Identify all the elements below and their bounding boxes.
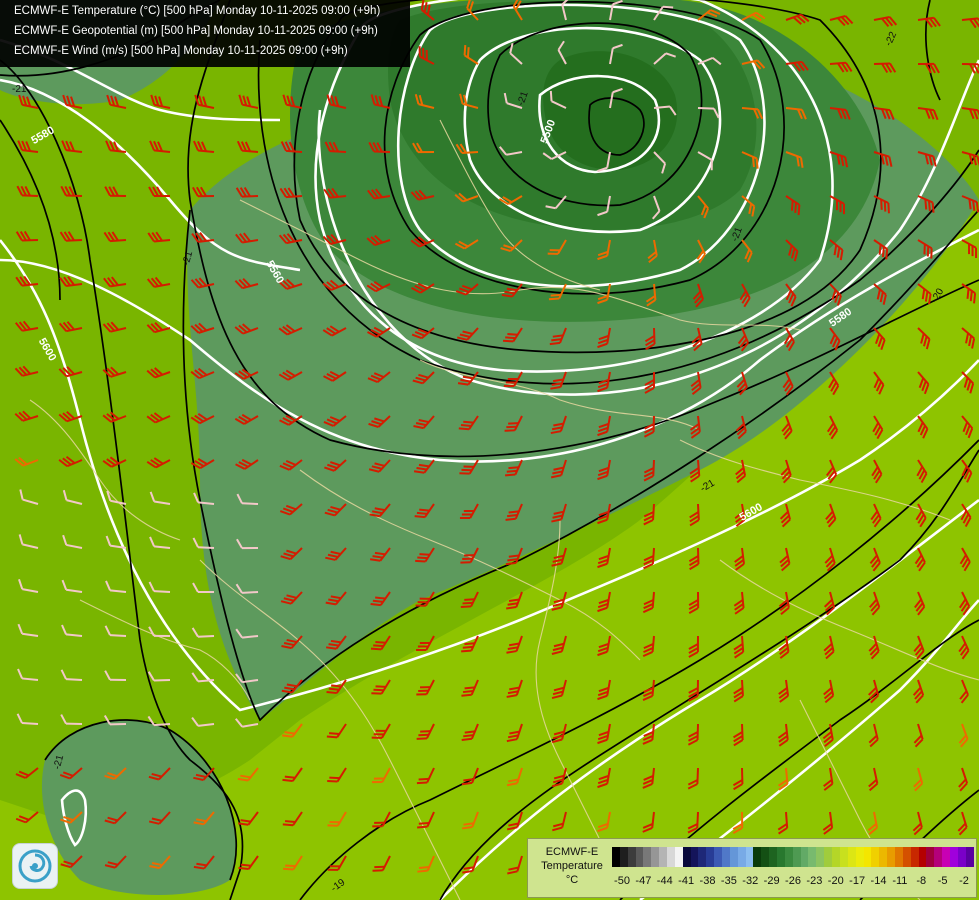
title-geopotential: ECMWF-E Geopotential (m) [500 hPa] Monda…: [14, 25, 378, 37]
legend-swatch: [635, 847, 644, 867]
swirl-icon: [18, 849, 52, 883]
legend-swatch: [667, 847, 675, 867]
legend-swatch: [714, 847, 723, 867]
legend-tick: -11: [892, 875, 908, 887]
legend-swatch: [729, 847, 738, 867]
legend-tick: -38: [699, 875, 716, 887]
legend-swatch: [753, 847, 762, 867]
legend-swatch: [737, 847, 746, 867]
legend-swatch: [847, 847, 856, 867]
legend-swatch: [612, 847, 620, 867]
legend-swatch: [957, 847, 966, 867]
legend-swatch: [887, 847, 895, 867]
map-view[interactable]: 5500 5560 5580 5600 5580 5600 -21 -21 -2…: [0, 0, 979, 900]
legend-swatch: [824, 847, 833, 867]
legend-swatch: [902, 847, 911, 867]
legend-swatch: [745, 847, 754, 867]
legend-model: ECMWF-E: [545, 846, 599, 858]
legend-title: ECMWF-E Temperature °C: [532, 845, 612, 887]
legend-swatch: [910, 847, 919, 867]
legend-swatch: [682, 847, 691, 867]
legend-swatch: [863, 847, 872, 867]
legend-swatch: [934, 847, 943, 867]
weather-map[interactable]: 5500 5560 5580 5600 5580 5600 -21 -21 -2…: [0, 0, 979, 900]
legend-swatch: [643, 847, 652, 867]
legend-swatch: [659, 847, 668, 867]
legend-swatch: [722, 847, 730, 867]
legend-tick: -44: [656, 875, 673, 887]
map-title-box: ECMWF-E Temperature (°C) [500 hPa] Monda…: [0, 0, 410, 67]
legend-swatch: [792, 847, 801, 867]
legend-tick: -23: [806, 875, 823, 887]
legend-swatch: [839, 847, 848, 867]
title-wind: ECMWF-E Wind (m/s) [500 hPa] Monday 10-1…: [14, 45, 348, 57]
legend-swatch: [769, 847, 778, 867]
legend-tick: -41: [678, 875, 695, 887]
legend-tick: -29: [763, 875, 780, 887]
legend-tick: -20: [827, 875, 844, 887]
legend-swatch: [879, 847, 888, 867]
legend-tick: -47: [635, 875, 652, 887]
title-temperature: ECMWF-E Temperature (°C) [500 hPa] Monda…: [14, 5, 381, 17]
legend-swatch: [690, 847, 699, 867]
legend-tick: -5: [937, 875, 948, 887]
ecmwf-logo[interactable]: [12, 843, 58, 889]
legend-swatch: [942, 847, 950, 867]
legend-tick: -17: [849, 875, 866, 887]
legend-tick-labels: -50 -47 -44 -41 -38 -35 -32 -29 -26 -23 -20 -17 -14-…: [612, 875, 974, 889]
legend-swatch: [816, 847, 825, 867]
legend-tick: -32: [742, 875, 759, 887]
legend-swatch: [808, 847, 817, 867]
legend-swatch: [918, 847, 927, 867]
legend-color-bar: [612, 847, 974, 867]
legend-swatch: [706, 847, 715, 867]
legend-swatch: [871, 847, 880, 867]
legend-swatch: [627, 847, 636, 867]
legend-swatch: [761, 847, 770, 867]
legend-swatch: [619, 847, 628, 867]
legend-swatch: [894, 847, 903, 867]
legend-swatch: [784, 847, 793, 867]
legend-swatch: [832, 847, 840, 867]
legend-tick: -50: [614, 875, 630, 887]
legend-tick: -14: [870, 875, 887, 887]
temperature-legend: ECMWF-E Temperature °C -50 -47 -44 -41 -38 -3…: [527, 838, 977, 898]
legend-tick: -26: [785, 875, 801, 887]
legend-swatch: [674, 847, 683, 867]
legend-tick: -2: [959, 875, 969, 887]
temperature-label: -21: [12, 84, 27, 95]
legend-swatch: [926, 847, 935, 867]
legend-variable: Temperature: [541, 860, 603, 872]
legend-tick: -35: [720, 875, 737, 887]
legend-swatch: [777, 847, 785, 867]
legend-swatch: [651, 847, 660, 867]
legend-tick: -8: [916, 875, 927, 887]
legend-swatch: [800, 847, 809, 867]
legend-swatch: [855, 847, 864, 867]
legend-swatch: [965, 847, 974, 867]
legend-unit: °C: [565, 874, 579, 886]
legend-swatch: [949, 847, 958, 867]
legend-swatch: [698, 847, 707, 867]
